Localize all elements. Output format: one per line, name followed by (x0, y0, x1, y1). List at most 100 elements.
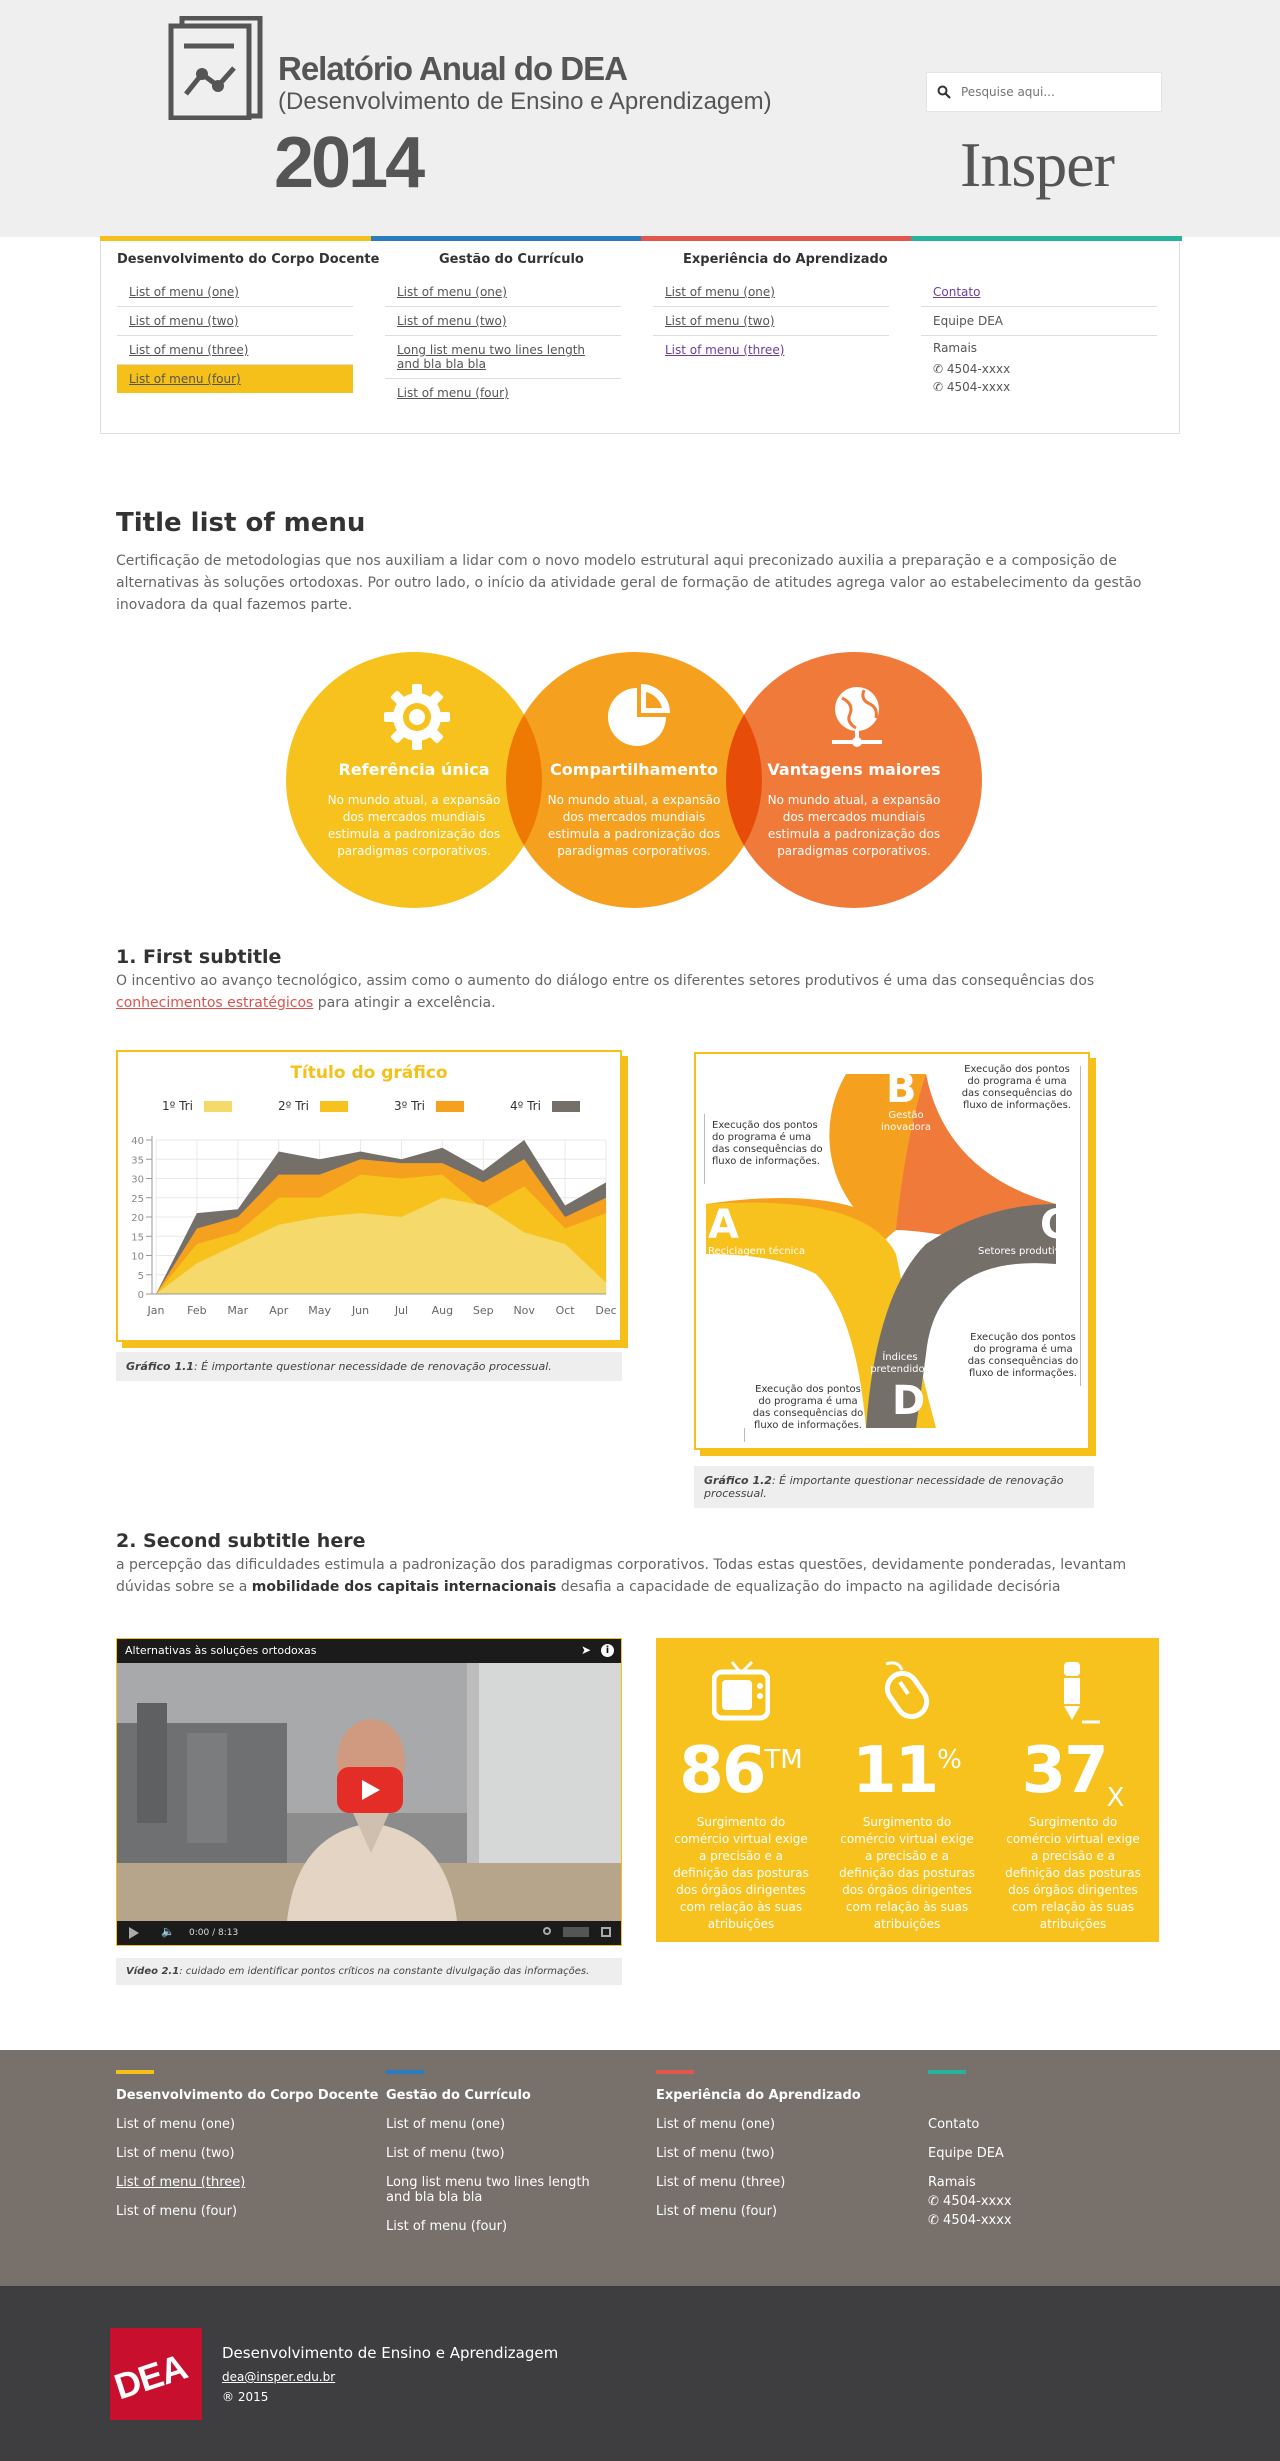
report-year: 2014 (274, 123, 425, 203)
footer-phone: ✆ 4504-xxxx (928, 2194, 1188, 2209)
diagram-note: Execução dos pontos do programa é uma da… (961, 1064, 1073, 1111)
report-chart-icon (168, 16, 263, 120)
mouse-icon (884, 1661, 930, 1720)
section-1-text-before: O incentivo ao avanço tecnológico, assim… (116, 973, 1095, 989)
play-icon (362, 1780, 380, 1800)
dea-logo[interactable]: DEA (110, 2328, 202, 2420)
diagram-letter-a: A (708, 1202, 739, 1248)
section-1-text: O incentivo ao avanço tecnológico, assim… (116, 970, 1166, 1014)
chart-caption: Gráfico 1.1: É importante questionar nec… (116, 1352, 622, 1381)
footer-link[interactable]: List of menu (four) (386, 2219, 616, 2234)
phone-number: 4504-xxxx (946, 362, 1011, 376)
diagram-note: Execução dos pontos do programa é uma da… (752, 1384, 864, 1431)
footer-color-bar (116, 2070, 154, 2074)
y-tick-label: 40 (131, 1136, 144, 1147)
circle-title: Compartilhamento (550, 760, 718, 779)
footer-column-title-empty (928, 2088, 1188, 2103)
legend-swatch (204, 1101, 232, 1112)
volume-icon[interactable]: 🔈 (161, 1925, 175, 1938)
y-tick-label: 5 (138, 1271, 144, 1282)
diagram-label-b: Gestão inovadora (881, 1110, 931, 1133)
pie-chart-icon (608, 684, 670, 746)
section-2-text-after: desafia a capacidade de equalização do i… (556, 1579, 1061, 1595)
x-tick-label: Oct (556, 1304, 576, 1317)
footer-contato-link[interactable]: Contato (928, 2117, 1188, 2132)
stat-suffix: % (937, 1745, 962, 1775)
menu-item[interactable]: List of menu (three) (117, 336, 353, 365)
menu-item-active[interactable]: List of menu (four) (117, 365, 353, 393)
circle-referencia-content: Referência única No mundo atual, a expan… (286, 652, 542, 908)
menu-item[interactable]: List of menu (one) (653, 278, 889, 307)
video-title[interactable]: Alternativas às soluções ortodoxas (125, 1644, 316, 1657)
footer-link[interactable]: List of menu (one) (116, 2117, 376, 2132)
menu-item[interactable]: List of menu (one) (385, 278, 621, 307)
menu-item[interactable]: Long list menu two lines length and bla … (385, 336, 621, 379)
footer-link[interactable]: List of menu (two) (386, 2146, 616, 2161)
menu-item[interactable]: List of menu (two) (385, 307, 621, 336)
x-tick-label: Dec (595, 1304, 616, 1317)
info-icon[interactable]: i (601, 1644, 614, 1657)
menu-color-bar-blue (371, 236, 641, 241)
caption-text: : É importante questionar necessidade de… (193, 1360, 552, 1373)
x-tick-label: Jul (394, 1304, 408, 1317)
settings-icon[interactable] (543, 1927, 551, 1935)
video-caption: Vídeo 2.1: cuidado em identificar pontos… (116, 1958, 622, 1985)
play-small-icon[interactable] (129, 1927, 139, 1939)
report-subtitle: (Desenvolvimento de Ensino e Aprendizage… (278, 88, 772, 115)
contato-link[interactable]: Contato (921, 278, 1157, 307)
y-tick-label: 0 (138, 1290, 144, 1301)
circle-text: No mundo atual, a expansão dos mercados … (327, 793, 501, 858)
guide-line (744, 1428, 745, 1442)
footer-color-bar (928, 2070, 966, 2074)
footer-link[interactable]: List of menu (four) (656, 2204, 916, 2219)
insper-logo[interactable]: Insper (960, 128, 1115, 202)
conhecimentos-link[interactable]: conhecimentos estratégicos (116, 995, 313, 1011)
legend-label: 2º Tri (278, 1099, 309, 1113)
stat-text: Surgimento do comércio virtual exige a p… (839, 1815, 975, 1931)
footer-phone: ✆ 4504-xxxx (928, 2213, 1188, 2228)
menu-item[interactable]: List of menu (two) (117, 307, 353, 336)
ramais-label: Ramais (933, 341, 978, 355)
x-tick-label: Jun (351, 1304, 369, 1317)
menu-color-bar-yellow (100, 236, 371, 241)
main-menu: Desenvolvimento do Corpo Docente List of… (100, 236, 1182, 434)
email-link[interactable]: dea@insper.edu.br (222, 2370, 335, 2384)
phone-entry: ✆ 4504-xxxx (921, 378, 1157, 396)
menu-item[interactable]: List of menu (one) (117, 278, 353, 307)
menu-item[interactable]: List of menu (four) (385, 379, 621, 407)
legend-label: 1º Tri (162, 1099, 193, 1113)
footer-link[interactable]: List of menu (one) (656, 2117, 916, 2132)
diagram-label-c: Setores produtivo (978, 1246, 1067, 1257)
stat-text: Surgimento do comércio virtual exige a p… (1005, 1815, 1141, 1931)
youtube-logo[interactable] (563, 1927, 589, 1937)
video-player[interactable]: Alternativas às soluções ortodoxas ➤ i 🔈… (116, 1638, 622, 1946)
footer-link[interactable]: List of menu (three) (656, 2175, 916, 2190)
intro-paragraph: Certificação de metodologias que nos aux… (116, 553, 1142, 613)
search-input[interactable] (961, 85, 1151, 99)
menu-item[interactable]: List of menu (three) (653, 336, 889, 364)
footer-column-contato: Contato Equipe DEA Ramais ✆ 4504-xxxx ✆ … (928, 2070, 1188, 2232)
share-icon[interactable]: ➤ (581, 1643, 591, 1657)
chart-title: Título do gráfico (290, 1063, 447, 1083)
footer-column-curriculo: Gestão do Currículo List of menu (one) L… (386, 2070, 616, 2248)
gear-icon (384, 684, 450, 750)
footer-link[interactable]: List of menu (two) (656, 2146, 916, 2161)
footer-link[interactable]: List of menu (two) (116, 2146, 376, 2161)
search-icon[interactable] (937, 85, 951, 99)
x-tick-label: Aug (432, 1304, 453, 1317)
footer-equipe-link[interactable]: Equipe DEA (928, 2146, 1188, 2161)
stat-value: 86TM (660, 1734, 822, 1808)
diagram-label-a: Reciclagem técnica (708, 1246, 806, 1257)
footer-link[interactable]: List of menu (four) (116, 2204, 376, 2219)
footer-link[interactable]: List of menu (three) (116, 2175, 376, 2190)
footer-link[interactable]: Long list menu two lines length and bla … (386, 2175, 616, 2205)
footer-link[interactable]: List of menu (one) (386, 2117, 616, 2132)
diagram-note: Execução dos pontos do programa é uma da… (967, 1332, 1079, 1379)
globe-network-icon (832, 687, 882, 747)
equipe-link[interactable]: Equipe DEA (921, 307, 1157, 336)
stat-number: 11 (852, 1734, 939, 1808)
fullscreen-icon[interactable] (601, 1927, 611, 1937)
phone-icon: ✆ (928, 2194, 939, 2209)
page-title: Title list of menu (116, 508, 366, 538)
menu-item[interactable]: List of menu (two) (653, 307, 889, 336)
